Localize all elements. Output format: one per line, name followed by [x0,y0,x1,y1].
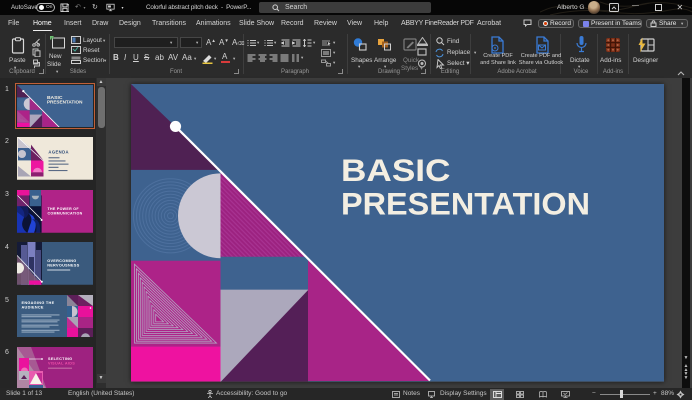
svg-text:BASIC: BASIC [47,94,63,99]
svg-text:AGENDA: AGENDA [48,150,69,155]
svg-text:OVERCOMING: OVERCOMING [47,259,76,263]
svg-text:ENGAGING THE: ENGAGING THE [22,301,55,305]
svg-text:COMMUNICATION: COMMUNICATION [48,212,83,216]
svg-text:VISUAL AIDS: VISUAL AIDS [48,362,75,366]
svg-text:BASIC: BASIC [341,153,450,188]
svg-text:AUDIENCE: AUDIENCE [22,305,44,309]
svg-text:PRESENTATION: PRESENTATION [47,99,83,104]
svg-text:PRESENTATION: PRESENTATION [341,186,590,221]
svg-text:NERVOUSNESS: NERVOUSNESS [47,263,80,267]
svg-text:SELECTING: SELECTING [48,357,72,361]
svg-text:THE POWER OF: THE POWER OF [48,207,80,211]
